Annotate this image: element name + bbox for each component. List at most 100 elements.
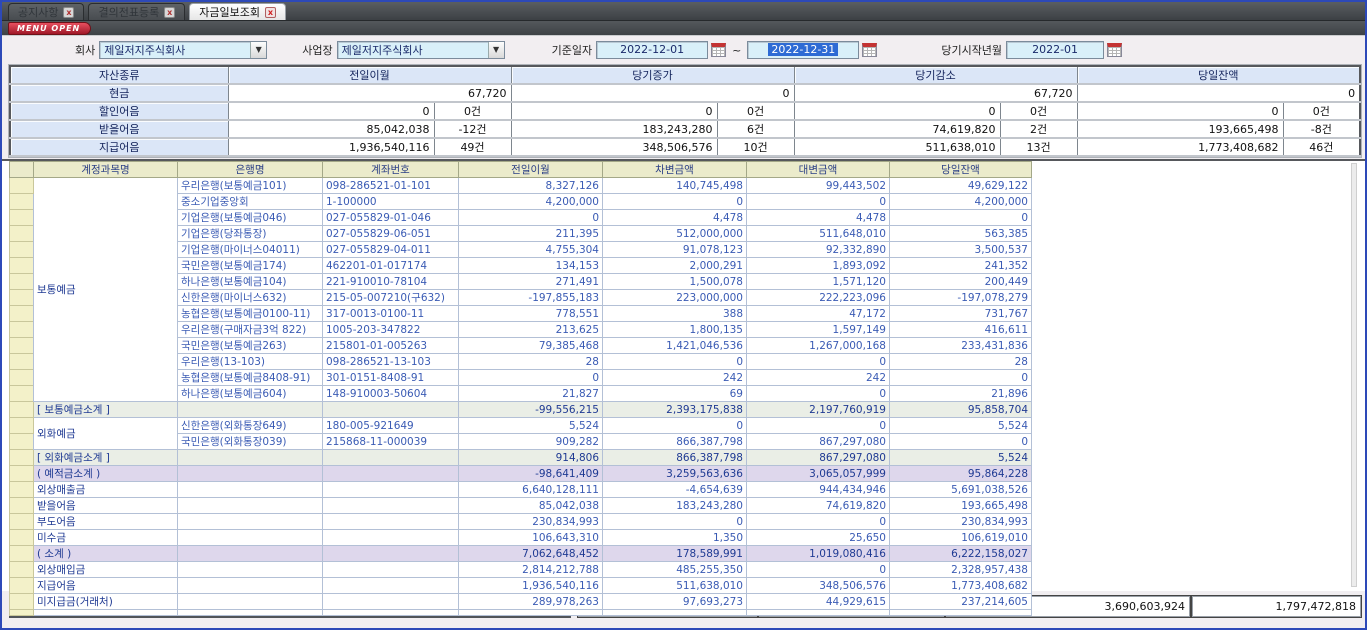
bank-name-cell (178, 594, 323, 610)
amount-cell: 230,834,993 (890, 514, 1032, 530)
amount-cell: 0 (459, 210, 603, 226)
table-row[interactable]: 미지급금(거래처)289,978,26397,693,27344,929,615… (10, 594, 1032, 610)
account-number-cell: 301-0151-8408-91 (323, 370, 459, 386)
close-icon[interactable]: x (63, 7, 74, 18)
chevron-down-icon[interactable]: ▼ (488, 42, 504, 58)
row-selector-cell[interactable] (10, 434, 34, 450)
table-row[interactable]: [ 보통예금소계 ]-99,556,2152,393,175,8382,197,… (10, 402, 1032, 418)
row-selector-cell[interactable] (10, 354, 34, 370)
calendar-icon[interactable] (862, 43, 877, 57)
row-selector-cell[interactable] (10, 546, 34, 562)
company-select[interactable]: 제일저지주식회사 ▼ (99, 41, 267, 59)
amount-cell: 47,172 (747, 306, 890, 322)
empty-cell (890, 610, 1032, 616)
table-row[interactable]: 미수금106,643,3101,35025,650106,619,010 (10, 530, 1032, 546)
row-selector-cell[interactable] (10, 290, 34, 306)
summary-amount-cell: 74,619,820 (794, 120, 1000, 138)
row-selector-cell[interactable] (10, 322, 34, 338)
amount-cell: 0 (603, 194, 747, 210)
summary-row[interactable]: 받을어음85,042,038-12건183,243,2806건74,619,82… (10, 120, 1360, 138)
tab-fund-daily-report[interactable]: 자금일보조회 x (189, 3, 286, 20)
table-row[interactable]: 외상매입금2,814,212,788485,255,35002,328,957,… (10, 562, 1032, 578)
row-selector-cell[interactable] (10, 226, 34, 242)
row-selector-cell[interactable] (10, 498, 34, 514)
summary-header: 전일이월 (228, 66, 511, 84)
row-selector-cell[interactable] (10, 306, 34, 322)
row-selector-cell[interactable] (10, 274, 34, 290)
row-selector-cell[interactable] (10, 258, 34, 274)
tab-voucher-entry[interactable]: 결의전표등록 x (88, 3, 185, 20)
table-row[interactable]: 받을어음85,042,038183,243,28074,619,820193,6… (10, 498, 1032, 514)
period-start-label: 당기시작년월 (941, 42, 1002, 58)
table-row[interactable]: 외화예금신한은행(외화통장649)180-005-9216495,524005,… (10, 418, 1032, 434)
row-selector-cell[interactable] (10, 562, 34, 578)
summary-count-cell: 46건 (1283, 138, 1360, 156)
period-start-input[interactable]: 2022-01 (1006, 41, 1104, 59)
chevron-down-icon[interactable]: ▼ (250, 42, 266, 58)
summary-row[interactable]: 지급어음1,936,540,11649건348,506,57610건511,63… (10, 138, 1360, 156)
summary-count-cell: 0건 (1283, 102, 1360, 120)
date-from-input[interactable]: 2022-12-01 (596, 41, 708, 59)
row-selector-cell[interactable] (10, 386, 34, 402)
detail-column-header: 계정과목명 (34, 162, 178, 178)
calendar-icon[interactable] (1107, 43, 1122, 57)
amount-cell: 271,491 (459, 274, 603, 290)
table-row[interactable]: 지급어음1,936,540,116511,638,010348,506,5761… (10, 578, 1032, 594)
date-to-input[interactable]: 2022-12-31 (747, 41, 859, 59)
row-selector-cell[interactable] (10, 402, 34, 418)
calendar-icon[interactable] (711, 43, 726, 57)
tab-notice[interactable]: 공지사항 x (8, 3, 84, 20)
account-number-cell: 027-055829-01-046 (323, 210, 459, 226)
table-row[interactable]: 외상매출금6,640,128,111-4,654,639944,434,9465… (10, 482, 1032, 498)
amount-cell: 237,214,605 (890, 594, 1032, 610)
amount-cell: 1,267,000,168 (747, 338, 890, 354)
summary-count-cell: 49건 (434, 138, 511, 156)
bank-name-cell: 기업은행(보통예금046) (178, 210, 323, 226)
detail-header-row: 계정과목명은행명계좌번호전일이월차변금액대변금액당일잔액 (10, 162, 1032, 178)
account-label-cell: 부도어음 (34, 514, 178, 530)
amount-cell: 242 (603, 370, 747, 386)
row-selector-cell[interactable] (10, 514, 34, 530)
row-selector-cell[interactable] (10, 194, 34, 210)
amount-cell: 2,393,175,838 (603, 402, 747, 418)
row-selector-cell[interactable] (10, 338, 34, 354)
amount-cell: 1,936,540,116 (459, 578, 603, 594)
summary-row[interactable]: 현금67,720067,7200 (10, 84, 1360, 102)
row-selector-cell[interactable] (10, 178, 34, 194)
site-select[interactable]: 제일저지주식회사 ▼ (337, 41, 505, 59)
row-selector-cell[interactable] (10, 370, 34, 386)
row-selector-cell[interactable] (10, 450, 34, 466)
table-row[interactable]: 보통예금우리은행(보통예금101)098-286521-01-1018,327,… (10, 178, 1032, 194)
row-selector-cell[interactable] (10, 482, 34, 498)
row-selector-cell[interactable] (10, 594, 34, 610)
amount-cell: 99,443,502 (747, 178, 890, 194)
amount-cell: 4,478 (603, 210, 747, 226)
menu-open-button[interactable]: MENU OPEN (8, 22, 91, 35)
row-selector-cell[interactable] (10, 578, 34, 594)
account-group-cell: 외화예금 (34, 418, 178, 450)
row-selector-cell[interactable] (10, 210, 34, 226)
close-icon[interactable]: x (265, 7, 276, 18)
row-selector-cell[interactable] (10, 466, 34, 482)
row-selector-cell[interactable] (10, 418, 34, 434)
row-selector-cell[interactable] (10, 242, 34, 258)
amount-cell: 0 (747, 386, 890, 402)
table-row[interactable]: 부도어음230,834,99300230,834,993 (10, 514, 1032, 530)
account-number-cell (323, 578, 459, 594)
summary-amount-cell: 1,773,408,682 (1077, 138, 1283, 156)
summary-header-asset-type: 자산종류 (10, 66, 228, 84)
account-label-cell: 지급어음 (34, 578, 178, 594)
bank-name-cell (178, 402, 323, 418)
table-row[interactable]: ( 예적금소계 )-98,641,4093,259,563,6363,065,0… (10, 466, 1032, 482)
table-row[interactable]: [ 외화예금소계 ]914,806866,387,798867,297,0805… (10, 450, 1032, 466)
amount-cell: 867,297,080 (747, 434, 890, 450)
row-selector-cell[interactable] (10, 530, 34, 546)
table-row[interactable]: ( 소계 )7,062,648,452178,589,9911,019,080,… (10, 546, 1032, 562)
account-number-cell (323, 402, 459, 418)
summary-count-cell: 2건 (1000, 120, 1077, 138)
close-icon[interactable]: x (164, 7, 175, 18)
summary-row[interactable]: 할인어음00건00건00건00건 (10, 102, 1360, 120)
vertical-scrollbar[interactable] (1351, 163, 1357, 587)
amount-cell: 731,767 (890, 306, 1032, 322)
amount-cell: 3,065,057,999 (747, 466, 890, 482)
